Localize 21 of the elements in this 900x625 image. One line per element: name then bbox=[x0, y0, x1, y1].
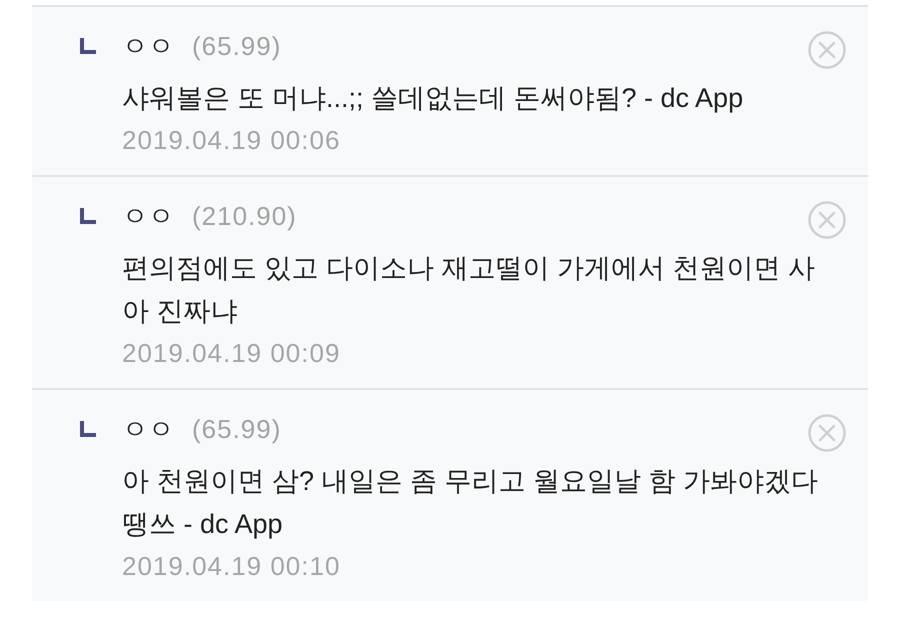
delete-button[interactable] bbox=[808, 201, 846, 239]
comment-text: 아 천원이면 삼? 내일은 좀 무리고 월요일날 함 가봐야겠다 땡쓰 - dc App bbox=[122, 465, 820, 541]
close-circle-icon bbox=[808, 201, 846, 239]
comment-text: 편의점에도 있고 다이소나 재고떨이 가게에서 천원이면 사 아 진짜냐 bbox=[122, 252, 816, 328]
ip-address: (210.90) bbox=[192, 200, 297, 233]
nickname: ㅇㅇ bbox=[122, 413, 174, 446]
comment-date: 2019.04.19 00:09 bbox=[122, 337, 342, 370]
reply-corner-icon bbox=[80, 421, 96, 437]
comment-text: 샤워볼은 또 머냐...;; 쓸데없는데 돈써야됨? - dc App bbox=[122, 82, 744, 115]
reply-corner-icon bbox=[80, 208, 96, 224]
ip-address: (65.99) bbox=[192, 413, 282, 446]
ip-address: (65.99) bbox=[192, 30, 282, 63]
delete-button[interactable] bbox=[808, 414, 846, 452]
close-circle-icon bbox=[808, 31, 846, 69]
close-circle-icon bbox=[808, 414, 846, 452]
comment-date: 2019.04.19 00:06 bbox=[122, 124, 342, 157]
reply-corner-icon bbox=[80, 38, 96, 54]
nickname: ㅇㅇ bbox=[122, 30, 174, 63]
comment-date: 2019.04.19 00:10 bbox=[122, 550, 342, 583]
delete-button[interactable] bbox=[808, 31, 846, 69]
nickname: ㅇㅇ bbox=[122, 200, 174, 233]
